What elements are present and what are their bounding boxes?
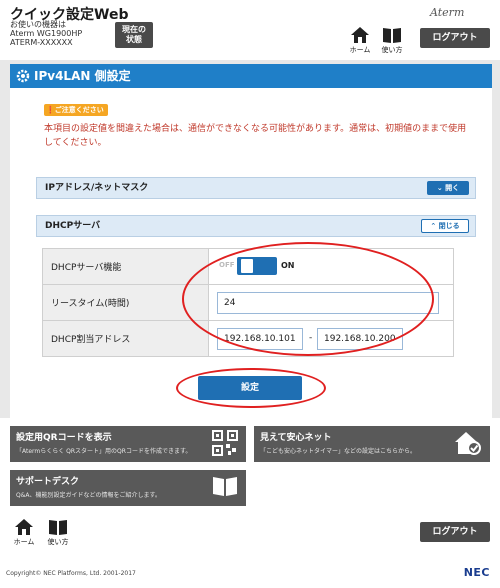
support-tile-title: サポートデスク	[16, 477, 80, 487]
copyright: Copyright© NEC Platforms, Ltd. 2001-2017	[6, 570, 136, 577]
toggle-knob	[241, 259, 253, 273]
qr-tile-desc: 「Atermらくらく QRスタート」用のQRコードを作成できます。	[16, 448, 192, 455]
house-shield-icon	[455, 432, 481, 455]
support-desk-tile[interactable]: サポートデスク Q&A、機能別設定ガイドなどの情報をご紹介します。	[10, 470, 246, 506]
device-info-line1: お使いの機器は	[10, 20, 66, 29]
logout-button[interactable]: ログアウト	[420, 28, 490, 48]
footer-nav: ホーム 使い方 ログアウト	[0, 510, 500, 554]
footer-home-label: ホーム	[13, 538, 35, 546]
status-button-line1: 現在の	[122, 25, 146, 34]
home-label: ホーム	[349, 46, 371, 54]
home-icon	[15, 519, 33, 535]
section-ip-netmask[interactable]: IPアドレス/ネットマスク ⌄ 開く	[36, 177, 476, 199]
notice-badge: ❗ご注意ください	[44, 104, 108, 116]
switch-off-label: OFF	[219, 261, 235, 269]
dhcp-start-address-input[interactable]: 192.168.10.101	[217, 328, 303, 350]
open-button[interactable]: ⌄ 開く	[427, 181, 469, 195]
device-name: ATERM-XXXXXX	[10, 38, 73, 47]
book-icon	[383, 28, 401, 43]
current-status-button[interactable]: 現在の 状態	[115, 22, 153, 48]
section-dhcp-label: DHCPサーバ	[45, 221, 101, 231]
table-row: リースタイム(時間) 24	[42, 284, 454, 321]
chevron-down-icon: ⌄	[436, 184, 443, 192]
help-label: 使い方	[381, 46, 403, 54]
dhcp-settings-table: DHCPサーバ機能 OFF ON リースタイム(時間) 24 DHCP割当アドレ…	[42, 248, 454, 357]
close-button[interactable]: ⌃ 閉じる	[421, 219, 469, 233]
header: クイック設定Web お使いの機器は Aterm WG1900HP ATERM-X…	[0, 0, 500, 60]
footer-help-label: 使い方	[47, 538, 69, 546]
table-row: DHCP割当アドレス 192.168.10.101 - 192.168.10.2…	[42, 320, 454, 357]
notice-badge-label: ご注意ください	[54, 106, 104, 114]
switch-on-label: ON	[281, 261, 295, 270]
submit-button[interactable]: 設定	[198, 376, 302, 400]
safe-tile-desc: 「こども安心ネットタイマー」などの設定はこちらから。	[260, 448, 417, 455]
chevron-up-icon: ⌃	[430, 222, 437, 230]
dhcp-range-cell: 192.168.10.101 - 192.168.10.200	[208, 320, 454, 357]
range-separator: -	[309, 333, 313, 343]
page-title-bar: IPv4LAN 側設定	[10, 64, 492, 88]
lease-time-label: リースタイム(時間)	[42, 284, 209, 321]
qr-tile-title: 設定用QRコードを表示	[16, 433, 112, 443]
table-row: DHCPサーバ機能 OFF ON	[42, 248, 454, 285]
home-button[interactable]: ホーム	[346, 26, 374, 56]
lease-time-input[interactable]: 24	[217, 292, 439, 314]
book-icon	[213, 477, 237, 496]
notice-text: 本項目の設定値を間違えた場合は、通信ができなくなる可能性があります。通常は、初期…	[44, 124, 467, 148]
dhcp-range-label: DHCP割当アドレス	[42, 320, 209, 357]
aterm-logo: Aterm	[430, 6, 465, 19]
footer-help-button[interactable]: 使い方	[44, 518, 72, 548]
footer-home-button[interactable]: ホーム	[10, 518, 38, 548]
device-model: Aterm WG1900HP	[10, 29, 83, 38]
section-ip-netmask-label: IPアドレス/ネットマスク	[45, 183, 149, 193]
footer-logout-button[interactable]: ログアウト	[420, 522, 490, 542]
safe-tile-title: 見えて安心ネット	[260, 433, 332, 443]
status-button-line2: 状態	[126, 35, 142, 44]
help-button[interactable]: 使い方	[378, 26, 406, 56]
qr-code-tile[interactable]: 設定用QRコードを表示 「Atermらくらく QRスタート」用のQRコードを作成…	[10, 426, 246, 462]
nec-logo: NEC	[463, 566, 490, 579]
dhcp-function-cell: OFF ON	[208, 248, 454, 285]
safe-net-tile[interactable]: 見えて安心ネット 「こども安心ネットタイマー」などの設定はこちらから。	[254, 426, 490, 462]
page-title: IPv4LAN 側設定	[34, 69, 131, 83]
support-tile-desc: Q&A、機能別設定ガイドなどの情報をご紹介します。	[16, 492, 161, 499]
lease-time-cell: 24	[208, 284, 454, 321]
qr-code-icon	[212, 430, 238, 456]
dhcp-end-address-input[interactable]: 192.168.10.200	[317, 328, 403, 350]
home-icon	[351, 27, 369, 43]
book-icon	[49, 520, 67, 535]
warning-icon: ❗	[46, 106, 55, 114]
gear-icon	[16, 69, 30, 83]
close-button-label: 閉じる	[438, 222, 460, 230]
dhcp-function-label: DHCPサーバ機能	[42, 248, 209, 285]
open-button-label: 開く	[445, 184, 460, 192]
notice-box: ❗ご注意ください 本項目の設定値を間違えた場合は、通信ができなくなる可能性があり…	[36, 100, 476, 150]
section-dhcp-server[interactable]: DHCPサーバ ⌃ 閉じる	[36, 215, 476, 237]
